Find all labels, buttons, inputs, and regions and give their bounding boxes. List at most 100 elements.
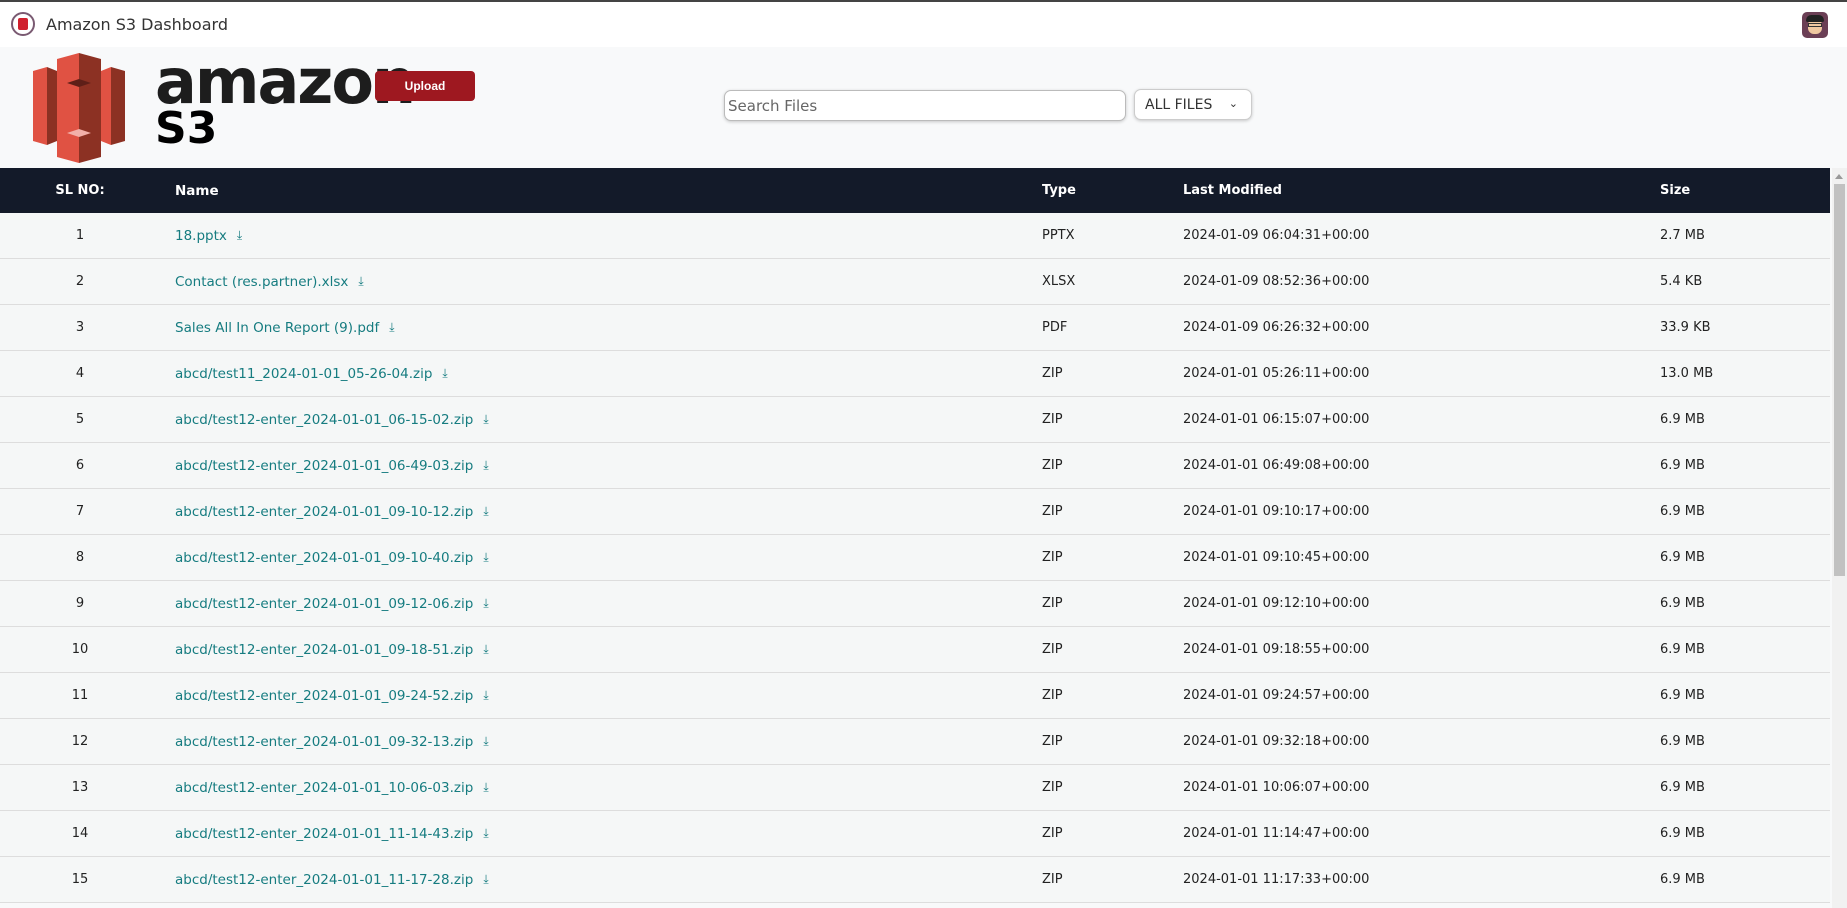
file-name-link[interactable]: Sales All In One Report (9).pdf [175,320,379,336]
download-icon[interactable]: ⤓ [483,504,488,519]
upload-button[interactable]: Upload [375,71,475,101]
file-name-link[interactable]: abcd/test12-enter_2024-01-01_11-17-28.zi… [175,872,473,888]
row-sl: 1 [75,228,85,243]
file-type: ZIP [1042,872,1063,887]
row-sl: 15 [71,872,89,887]
row-sl: 7 [75,504,85,519]
download-icon[interactable]: ⤓ [483,872,488,887]
file-size: 6.9 MB [1660,550,1705,565]
download-icon[interactable]: ⤓ [483,780,488,795]
title-bar: Amazon S3 Dashboard [0,0,1847,47]
last-modified: 2024-01-01 09:10:17+00:00 [1183,504,1370,519]
table-row: 10 abcd/test12-enter_2024-01-01_09-18-51… [0,627,1830,673]
scroll-up-arrow-icon[interactable] [1835,174,1843,179]
row-sl: 6 [75,458,85,473]
row-sl: 11 [71,688,89,703]
file-name-link[interactable]: abcd/test12-enter_2024-01-01_06-49-03.zi… [175,458,473,474]
row-sl: 9 [75,596,85,611]
file-size: 2.7 MB [1660,228,1705,243]
file-type: PDF [1042,320,1068,335]
file-size: 6.9 MB [1660,780,1705,795]
file-size: 6.9 MB [1660,458,1705,473]
file-name-link[interactable]: abcd/test12-enter_2024-01-01_06-15-02.zi… [175,412,473,428]
row-sl: 3 [75,320,85,335]
download-icon[interactable]: ⤓ [483,458,488,473]
file-name-link[interactable]: Contact (res.partner).xlsx [175,274,348,290]
row-sl: 8 [75,550,85,565]
file-size: 6.9 MB [1660,688,1705,703]
filter-value: ALL FILES [1145,96,1213,113]
file-name-link[interactable]: abcd/test12-enter_2024-01-01_09-12-06.zi… [175,596,473,612]
download-icon[interactable]: ⤓ [483,596,488,611]
file-type-filter[interactable]: ALL FILES ⌄ [1134,89,1252,120]
row-sl: 4 [75,366,85,381]
last-modified: 2024-01-01 05:26:11+00:00 [1183,366,1370,381]
row-sl: 14 [71,826,89,841]
file-name-link[interactable]: 18.pptx [175,228,227,244]
table-header: SL NO: Name Type Last Modified Size [0,168,1830,213]
scrollbar-thumb[interactable] [1834,184,1845,576]
file-size: 13.0 MB [1660,366,1714,381]
row-sl: 10 [71,642,89,657]
download-icon[interactable]: ⤓ [483,734,488,749]
file-size: 6.9 MB [1660,642,1705,657]
column-header-size: Size [1660,183,1691,198]
download-icon[interactable]: ⤓ [483,642,488,657]
app-title: Amazon S3 Dashboard [46,15,228,34]
user-avatar[interactable] [1802,12,1828,38]
last-modified: 2024-01-01 09:18:55+00:00 [1183,642,1370,657]
vertical-scrollbar[interactable] [1832,168,1847,908]
download-icon[interactable]: ⤓ [483,550,488,565]
file-type: ZIP [1042,642,1063,657]
last-modified: 2024-01-01 06:15:07+00:00 [1183,412,1370,427]
last-modified: 2024-01-01 10:06:07+00:00 [1183,780,1370,795]
table-row: 14 abcd/test12-enter_2024-01-01_11-14-43… [0,811,1830,857]
table-row: 5 abcd/test12-enter_2024-01-01_06-15-02.… [0,397,1830,443]
file-size: 6.9 MB [1660,412,1705,427]
download-icon[interactable]: ⤓ [483,826,488,841]
table-row: 12 abcd/test12-enter_2024-01-01_09-32-13… [0,719,1830,765]
download-icon[interactable]: ⤓ [358,274,363,289]
last-modified: 2024-01-01 11:17:33+00:00 [1183,872,1370,887]
chevron-down-icon: ⌄ [1228,97,1238,110]
amazon-s3-logo-icon [33,53,125,163]
download-icon[interactable]: ⤓ [389,320,394,335]
download-icon[interactable]: ⤓ [237,228,242,243]
files-table: SL NO: Name Type Last Modified Size 1 18… [0,168,1830,903]
last-modified: 2024-01-01 06:49:08+00:00 [1183,458,1370,473]
table-row: 2 Contact (res.partner).xlsx ⤓ XLSX 2024-… [0,259,1830,305]
table-row: 8 abcd/test12-enter_2024-01-01_09-10-40.… [0,535,1830,581]
last-modified: 2024-01-01 09:24:57+00:00 [1183,688,1370,703]
download-icon[interactable]: ⤓ [442,366,447,381]
app-icon [11,12,35,36]
table-row: 1 18.pptx ⤓ PPTX 2024-01-09 06:04:31+00:0… [0,213,1830,259]
file-size: 33.9 KB [1660,320,1711,335]
file-name-link[interactable]: abcd/test12-enter_2024-01-01_09-24-52.zi… [175,688,473,704]
download-icon[interactable]: ⤓ [483,688,488,703]
last-modified: 2024-01-01 09:10:45+00:00 [1183,550,1370,565]
search-input[interactable] [724,90,1126,121]
file-type: ZIP [1042,550,1063,565]
file-size: 6.9 MB [1660,734,1705,749]
file-name-link[interactable]: abcd/test12-enter_2024-01-01_11-14-43.zi… [175,826,473,842]
file-name-link[interactable]: abcd/test12-enter_2024-01-01_09-10-12.zi… [175,504,473,520]
table-row: 6 abcd/test12-enter_2024-01-01_06-49-03.… [0,443,1830,489]
file-size: 6.9 MB [1660,596,1705,611]
file-type: ZIP [1042,596,1063,611]
file-name-link[interactable]: abcd/test12-enter_2024-01-01_09-10-40.zi… [175,550,473,566]
last-modified: 2024-01-01 09:12:10+00:00 [1183,596,1370,611]
file-name-link[interactable]: abcd/test12-enter_2024-01-01_09-32-13.zi… [175,734,473,750]
table-row: 13 abcd/test12-enter_2024-01-01_10-06-03… [0,765,1830,811]
table-row: 3 Sales All In One Report (9).pdf ⤓ PDF 2… [0,305,1830,351]
file-name-link[interactable]: abcd/test11_2024-01-01_05-26-04.zip [175,366,432,382]
table-row: 11 abcd/test12-enter_2024-01-01_09-24-52… [0,673,1830,719]
table-row: 4 abcd/test11_2024-01-01_05-26-04.zip ⤓ Z… [0,351,1830,397]
download-icon[interactable]: ⤓ [483,412,488,427]
last-modified: 2024-01-01 11:14:47+00:00 [1183,826,1370,841]
file-name-link[interactable]: abcd/test12-enter_2024-01-01_09-18-51.zi… [175,642,473,658]
last-modified: 2024-01-09 06:26:32+00:00 [1183,320,1370,335]
file-name-link[interactable]: abcd/test12-enter_2024-01-01_10-06-03.zi… [175,780,473,796]
table-row: 15 abcd/test12-enter_2024-01-01_11-17-28… [0,857,1830,903]
row-sl: 13 [71,780,89,795]
file-type: ZIP [1042,366,1063,381]
